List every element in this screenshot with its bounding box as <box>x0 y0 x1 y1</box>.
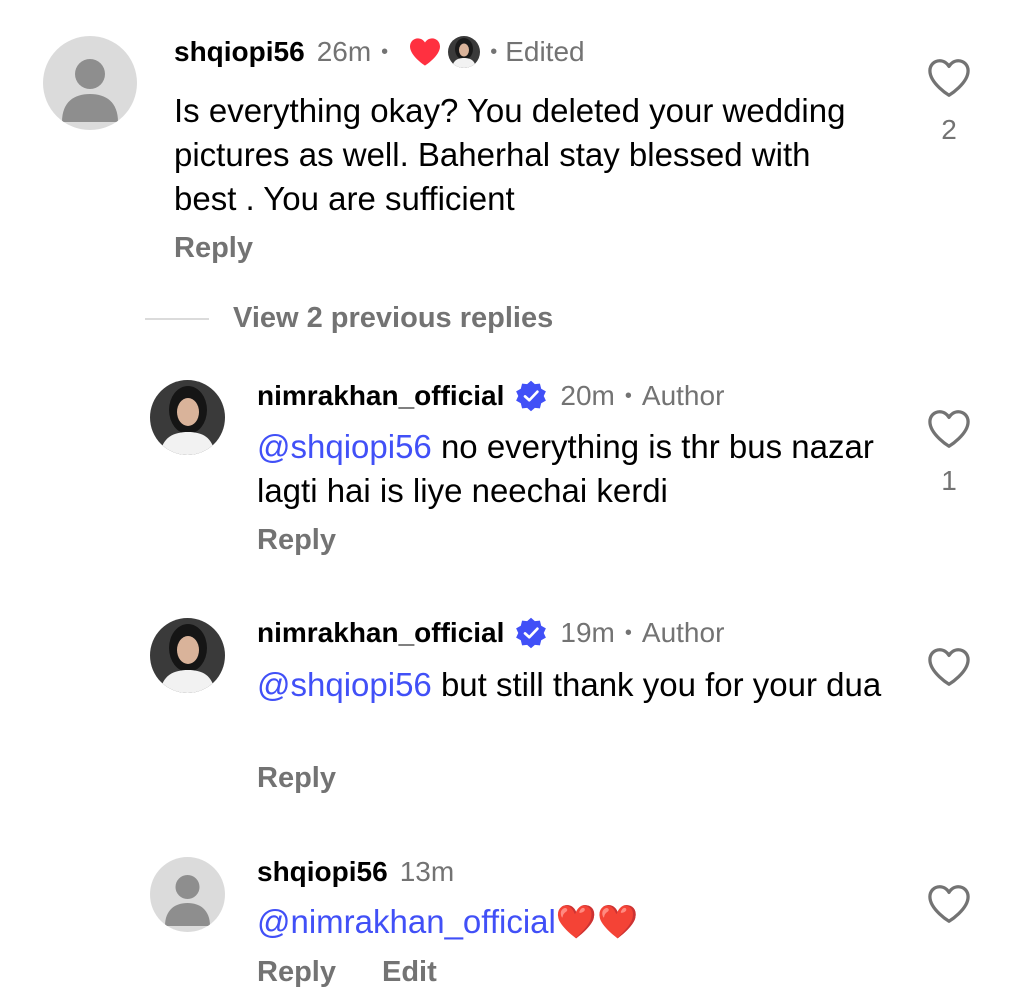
like-count: 1 <box>941 465 957 496</box>
comment-time: 26m <box>316 36 372 67</box>
heart-outline-icon <box>928 59 970 97</box>
avatar[interactable] <box>150 857 225 932</box>
mention-link[interactable]: @shqiopi56 <box>257 428 432 465</box>
edit-button[interactable]: Edit <box>382 956 437 989</box>
like-button[interactable] <box>927 58 971 98</box>
like-button[interactable] <box>927 409 971 449</box>
separator-dot: • <box>490 40 498 63</box>
reply-button[interactable]: Reply <box>174 232 253 265</box>
comment-header: shqiopi56 26m • • Edited <box>174 34 585 70</box>
heart-outline-icon <box>928 648 970 686</box>
comment-username[interactable]: shqiopi56 <box>174 36 305 68</box>
verified-badge-icon <box>514 379 548 413</box>
reply-button[interactable]: Reply <box>257 762 336 795</box>
reply-text: @shqiopi56 but still thank you for your … <box>257 663 897 707</box>
reply-button[interactable]: Reply <box>257 956 336 989</box>
reply-header: shqiopi56 13m <box>257 854 454 890</box>
reply-body: but still thank you for your dua <box>431 666 882 703</box>
reply-time: 19m <box>560 617 615 648</box>
view-previous-replies-button[interactable]: View 2 previous replies <box>233 302 553 335</box>
reply-username[interactable]: nimrakhan_official <box>257 380 504 412</box>
profile-photo <box>150 618 225 693</box>
avatar[interactable] <box>150 380 225 455</box>
separator-dot: • <box>624 621 632 644</box>
author-badge: Author <box>641 617 725 648</box>
reply-button[interactable]: Reply <box>257 524 336 557</box>
comment-text: Is everything okay? You deleted your wed… <box>174 92 846 217</box>
author-liked-avatar <box>448 36 481 68</box>
reply-header: nimrakhan_official 19m • Author <box>257 615 724 651</box>
separator-dot: • <box>624 384 632 407</box>
reply-username[interactable]: shqiopi56 <box>257 856 388 888</box>
reply-username[interactable]: nimrakhan_official <box>257 617 504 649</box>
default-avatar-icon <box>62 59 118 122</box>
reply-header: nimrakhan_official 20m • Author <box>257 378 724 414</box>
reply-text: @nimrakhan_official❤️❤️ <box>257 900 897 944</box>
profile-photo <box>150 380 225 455</box>
heart-outline-icon <box>928 410 970 448</box>
avatar[interactable] <box>150 618 225 693</box>
reply-body: ❤️❤️ <box>555 903 639 940</box>
reply-time: 13m <box>399 856 455 887</box>
author-liked-heart-icon <box>408 37 442 67</box>
separator-dot: • <box>381 40 389 63</box>
reply-text: @shqiopi56 no everything is thr bus naza… <box>257 425 897 513</box>
author-badge: Author <box>641 380 725 411</box>
edited-label: Edited <box>505 36 585 67</box>
heart-outline-icon <box>928 885 970 923</box>
mention-link[interactable]: @shqiopi56 <box>257 666 432 703</box>
reply-time: 20m <box>560 380 615 411</box>
like-button[interactable] <box>927 884 971 924</box>
default-avatar-icon <box>165 875 210 926</box>
like-count: 2 <box>941 114 957 145</box>
avatar[interactable] <box>43 36 137 130</box>
like-button[interactable] <box>927 647 971 687</box>
verified-badge-icon <box>514 616 548 650</box>
mention-link[interactable]: @nimrakhan_official <box>257 903 556 940</box>
thread-divider-line <box>145 318 209 320</box>
